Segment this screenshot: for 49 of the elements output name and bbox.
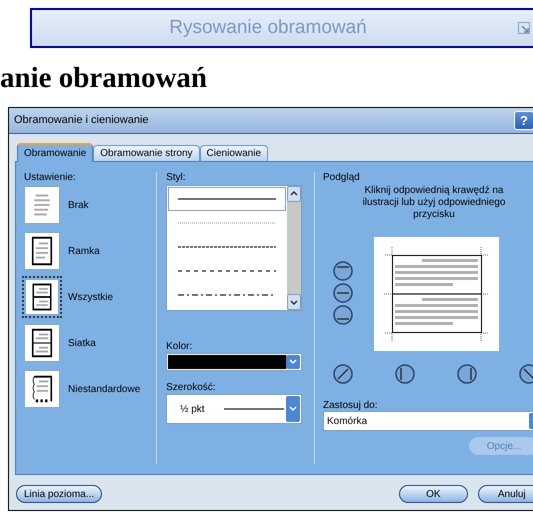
setting-label: Wszystkie (68, 290, 113, 304)
heading: anie obramowań (0, 64, 208, 93)
dialog-launcher-icon[interactable] (518, 22, 530, 34)
setting-button[interactable] (24, 324, 60, 362)
bottom-border-icon[interactable] (333, 305, 353, 325)
top-border-icon[interactable] (333, 261, 353, 281)
setting-label: Brak (68, 198, 89, 212)
window-title: Obramowanie i cieniowanie (14, 113, 149, 128)
width-value: ½ pkt (180, 402, 206, 416)
diagonal-border-icon[interactable] (519, 364, 533, 384)
ok-button[interactable]: OK (399, 485, 468, 503)
scroll-up-icon[interactable] (287, 186, 302, 202)
setting-label: Siatka (68, 336, 96, 350)
help-button[interactable]: ? (514, 111, 533, 130)
tab[interactable]: Obramowanie strony (93, 145, 200, 161)
setting-button[interactable] (24, 232, 60, 270)
line-sample-icon (224, 408, 284, 410)
ribbon-group-label: Rysowanie obramowań (169, 16, 367, 40)
horizontal-line-button[interactable]: Linia pozioma... (16, 485, 102, 503)
cancel-button[interactable]: Anuluj (478, 485, 533, 503)
middle-border-icon[interactable] (333, 283, 353, 303)
width-label: Szerokość: (166, 381, 217, 393)
settings-label: Ustawienie: (24, 171, 77, 184)
style-label: Styl: (166, 171, 187, 184)
width-dropdown[interactable]: ½ pkt (166, 394, 302, 424)
setting-label: Ramka (68, 244, 100, 258)
tab[interactable]: Obramowanie (17, 143, 94, 162)
right-border-icon[interactable] (457, 364, 477, 384)
color-label: Kolor: (166, 340, 194, 352)
setting-label: Niestandardowe (68, 382, 140, 396)
line-style-icon (178, 222, 276, 224)
scrollbar[interactable] (287, 186, 302, 310)
apply-to-value: Komórka (327, 414, 368, 428)
scroll-down-icon[interactable] (287, 294, 302, 310)
line-style-icon (178, 246, 276, 248)
setting-button[interactable] (24, 278, 60, 316)
diagonal-border-icon[interactable] (333, 364, 353, 384)
preview-label: Podgląd (323, 171, 361, 184)
apply-to-label: Zastosuj do: (323, 399, 378, 411)
left-border-icon[interactable] (395, 364, 415, 384)
line-style-option[interactable] (168, 187, 286, 211)
preview-instruction: Kliknij odpowiednią krawędź na ilustracji lub użyj odpowiedniego przycisku (362, 185, 506, 221)
setting-button[interactable] (24, 370, 60, 408)
line-style-icon (178, 198, 276, 200)
color-dropdown[interactable] (166, 353, 302, 371)
tab[interactable]: Cieniowanie (200, 145, 268, 161)
border-preview-drawing[interactable] (374, 237, 499, 351)
line-style-icon (178, 270, 276, 272)
apply-to-dropdown[interactable]: Komórka (323, 411, 533, 431)
